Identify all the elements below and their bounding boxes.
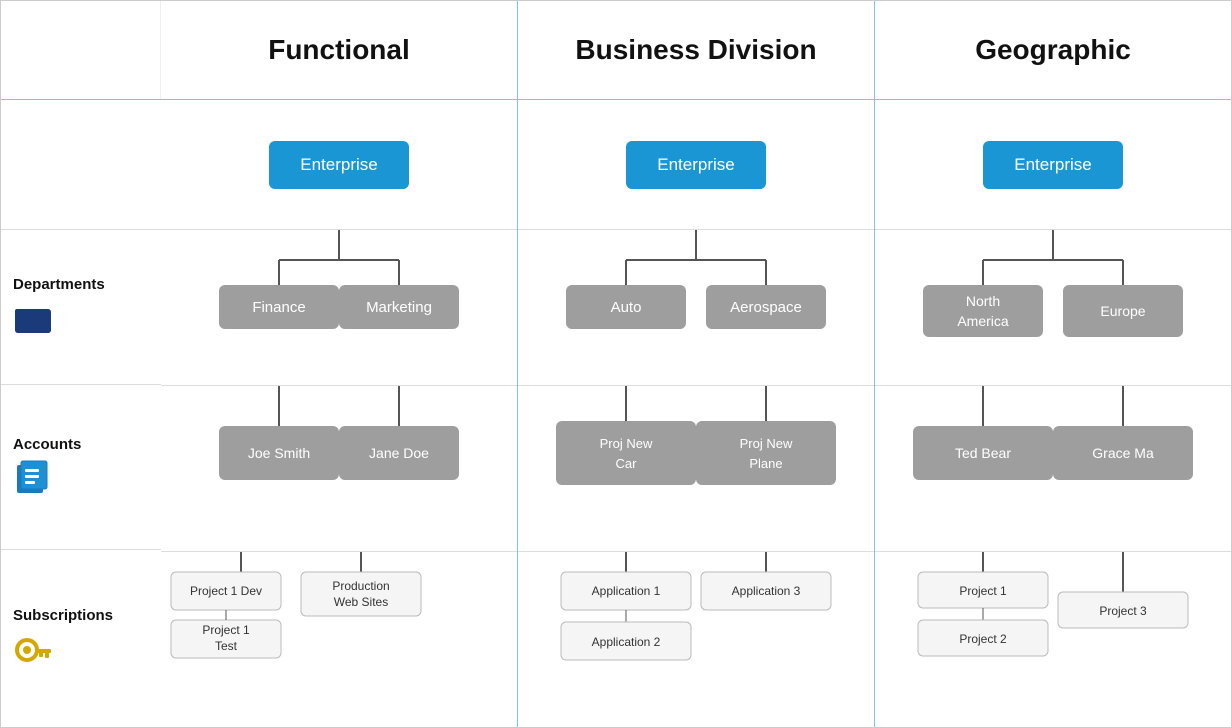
svg-text:America: America — [957, 313, 1009, 329]
svg-text:Aerospace: Aerospace — [730, 299, 802, 316]
functional-accounts-section: Joe Smith Jane Doe — [161, 386, 517, 552]
svg-text:North: North — [966, 293, 1000, 309]
functional-dept-connector: Finance Marketing — [199, 230, 479, 385]
sidebar-accounts-section: Accounts — [1, 385, 161, 550]
business-accounts-section: Proj New Car Proj New Plane — [518, 386, 874, 552]
business-departments-section: Auto Aerospace — [518, 230, 874, 386]
svg-text:Project 2: Project 2 — [959, 632, 1007, 646]
geographic-enterprise-node[interactable]: Enterprise — [983, 141, 1123, 189]
business-header: Business Division — [518, 1, 875, 99]
svg-text:Ted Bear: Ted Bear — [955, 445, 1011, 461]
departments-icon — [13, 299, 53, 339]
svg-text:Project 3: Project 3 — [1099, 604, 1147, 618]
svg-text:Grace Ma: Grace Ma — [1092, 445, 1154, 461]
functional-sub-connector: Project 1 Dev Project 1 Test Production … — [161, 552, 441, 727]
svg-text:Production: Production — [332, 579, 389, 593]
functional-enterprise-section: Enterprise — [161, 100, 517, 230]
svg-text:Marketing: Marketing — [366, 299, 432, 316]
geographic-departments-section: North America Europe — [875, 230, 1231, 386]
departments-label: Departments — [13, 276, 105, 293]
geographic-sub-connector: Project 1 Project 2 Project 3 — [883, 552, 1223, 727]
svg-text:Application 1: Application 1 — [592, 584, 661, 598]
geographic-header: Geographic — [875, 1, 1231, 99]
svg-text:Proj New: Proj New — [600, 436, 653, 451]
svg-text:Europe: Europe — [1100, 303, 1145, 319]
geographic-acct-connector: Ted Bear Grace Ma — [883, 386, 1223, 551]
functional-col: Enterprise — [161, 100, 518, 727]
business-col: Enterprise Auto Aerospace — [518, 100, 875, 727]
sidebar-subscriptions-section: Subscriptions — [1, 550, 161, 727]
svg-text:Project 1: Project 1 — [959, 584, 1007, 598]
accounts-icon — [13, 459, 53, 499]
svg-text:Application 3: Application 3 — [732, 584, 801, 598]
svg-text:Project 1 Dev: Project 1 Dev — [190, 584, 262, 598]
svg-text:Auto: Auto — [611, 299, 642, 316]
business-subscriptions-section: Application 1 Application 2 Application … — [518, 552, 874, 727]
subscriptions-icon — [13, 630, 53, 670]
functional-enterprise-node[interactable]: Enterprise — [269, 141, 409, 189]
functional-subscriptions-section: Project 1 Dev Project 1 Test Production … — [161, 552, 517, 727]
functional-acct-connector: Joe Smith Jane Doe — [199, 386, 479, 551]
geographic-dept-connector: North America Europe — [883, 230, 1223, 385]
sidebar-enterprise-section — [1, 100, 161, 230]
geographic-subscriptions-section: Project 1 Project 2 Project 3 — [875, 552, 1231, 727]
business-enterprise-section: Enterprise — [518, 100, 874, 230]
svg-text:Application 2: Application 2 — [592, 635, 661, 649]
functional-title: Functional — [268, 34, 410, 66]
business-acct-connector: Proj New Car Proj New Plane — [526, 386, 866, 551]
business-sub-connector: Application 1 Application 2 Application … — [526, 552, 866, 727]
accounts-label: Accounts — [13, 436, 81, 453]
svg-text:Plane: Plane — [749, 456, 782, 471]
geographic-accounts-section: Ted Bear Grace Ma — [875, 386, 1231, 552]
sidebar-header — [1, 1, 161, 99]
svg-text:Joe Smith: Joe Smith — [248, 445, 310, 461]
subscriptions-label: Subscriptions — [13, 607, 113, 624]
svg-text:Finance: Finance — [252, 299, 305, 316]
business-dept-connector: Auto Aerospace — [526, 230, 866, 385]
svg-text:Web Sites: Web Sites — [334, 595, 388, 609]
functional-header: Functional — [161, 1, 518, 99]
business-title: Business Division — [575, 34, 816, 66]
geographic-enterprise-section: Enterprise — [875, 100, 1231, 230]
geographic-title: Geographic — [975, 34, 1131, 66]
svg-text:Car: Car — [616, 456, 638, 471]
columns-container: Enterprise — [161, 100, 1231, 727]
sidebar: Departments Accounts — [1, 100, 161, 727]
svg-text:Test: Test — [215, 639, 238, 653]
functional-departments-section: Finance Marketing — [161, 230, 517, 386]
sidebar-departments-section: Departments — [1, 230, 161, 385]
svg-text:Jane Doe: Jane Doe — [369, 445, 429, 461]
business-enterprise-node[interactable]: Enterprise — [626, 141, 766, 189]
geographic-col: Enterprise North America — [875, 100, 1231, 727]
svg-text:Project 1: Project 1 — [202, 623, 250, 637]
svg-text:Proj New: Proj New — [740, 436, 793, 451]
